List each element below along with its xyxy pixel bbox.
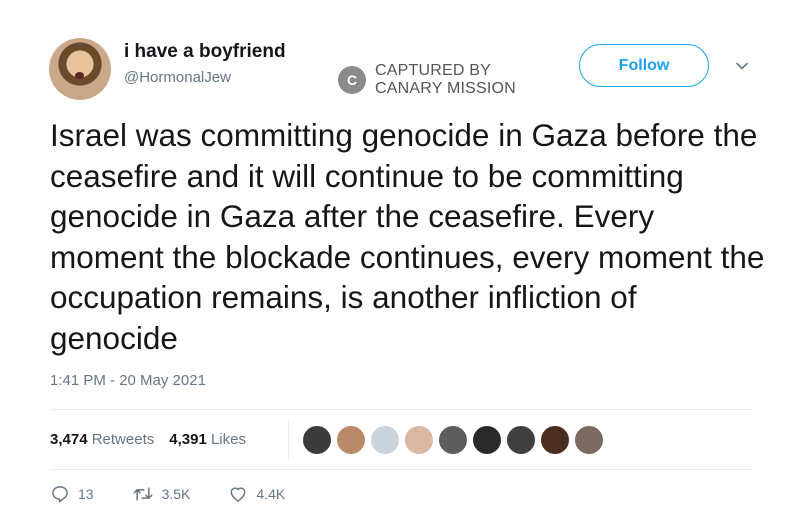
retweets-count: 3,474: [50, 431, 88, 448]
watermark-text: CAPTURED BY CANARY MISSION: [375, 62, 516, 98]
canary-mission-watermark: C CAPTURED BY CANARY MISSION: [338, 62, 516, 98]
tweet-actions: 13 3.5K 4.4K: [50, 484, 323, 504]
liker-avatar[interactable]: [540, 425, 570, 455]
liker-avatar[interactable]: [302, 425, 332, 455]
chevron-down-icon[interactable]: [734, 58, 750, 74]
canary-mission-logo-icon: C: [338, 66, 366, 94]
author-display-name[interactable]: i have a boyfriend: [124, 41, 286, 63]
tweet-timestamp[interactable]: 1:41 PM - 20 May 2021: [50, 372, 206, 389]
author-avatar[interactable]: [49, 38, 111, 100]
retweet-action[interactable]: 3.5K: [132, 484, 191, 504]
liker-avatar[interactable]: [336, 425, 366, 455]
liker-avatar[interactable]: [506, 425, 536, 455]
retweet-icon: [133, 487, 153, 501]
liker-avatar[interactable]: [472, 425, 502, 455]
retweets-stat[interactable]: 3,474 Retweets: [50, 431, 154, 448]
retweet-count: 3.5K: [161, 486, 191, 502]
liker-avatar[interactable]: [438, 425, 468, 455]
liker-avatars: [302, 425, 604, 455]
retweets-label: Retweets: [91, 431, 155, 448]
watermark-line-2: CANARY MISSION: [375, 80, 516, 97]
like-count: 4.4K: [256, 486, 286, 502]
likes-label: Likes: [210, 431, 246, 448]
author-handle[interactable]: @HormonalJew: [124, 69, 231, 86]
follow-button[interactable]: Follow: [579, 44, 709, 87]
likes-count: 4,391: [169, 431, 207, 448]
engagement-stats: 3,474 Retweets 4,391 Likes: [50, 431, 246, 448]
reply-action[interactable]: 13: [50, 484, 94, 504]
reply-icon: [52, 486, 68, 503]
watermark-line-1: CAPTURED BY: [375, 62, 491, 79]
likes-stat[interactable]: 4,391 Likes: [169, 431, 246, 448]
stats-separator: [288, 421, 289, 459]
divider-bottom: [50, 469, 752, 470]
avatar-mouth: [75, 72, 84, 79]
tweet-text: Israel was committing genocide in Gaza b…: [50, 117, 765, 356]
liker-avatar[interactable]: [404, 425, 434, 455]
heart-icon: [230, 487, 246, 502]
divider-top: [50, 409, 752, 410]
like-action[interactable]: 4.4K: [228, 484, 285, 504]
liker-avatar[interactable]: [574, 425, 604, 455]
reply-count: 13: [78, 486, 94, 502]
liker-avatar-default[interactable]: [370, 425, 400, 455]
